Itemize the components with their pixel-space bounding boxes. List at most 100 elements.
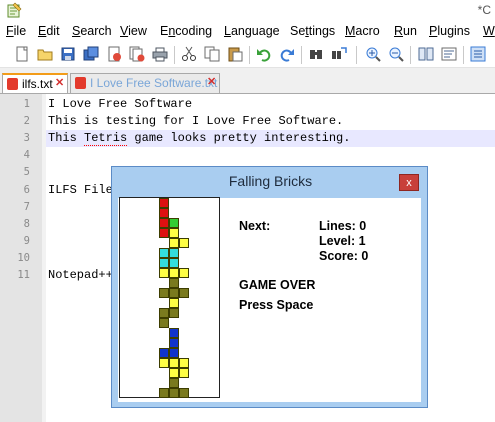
brick-cell xyxy=(159,218,169,228)
brick-cell xyxy=(169,268,179,278)
tab-close-icon[interactable]: ✕ xyxy=(207,75,216,88)
brick-cell xyxy=(169,338,179,348)
game-board[interactable] xyxy=(119,197,220,398)
next-label: Next: xyxy=(239,219,271,233)
paste-icon[interactable] xyxy=(227,46,243,62)
cut-icon[interactable] xyxy=(181,46,197,62)
brick-cell xyxy=(169,358,179,368)
all-chars-icon[interactable] xyxy=(470,46,486,62)
find-icon[interactable] xyxy=(308,46,324,62)
menu-bar: File Edit Search View Encoding Language Settin… xyxy=(0,22,495,42)
title-bar: *C xyxy=(0,0,495,22)
tab-label: ilfs.txt xyxy=(22,77,53,91)
brick-cell xyxy=(169,298,179,308)
brick-cell xyxy=(159,258,169,268)
print-icon[interactable] xyxy=(152,46,168,62)
menu-language[interactable]: Language xyxy=(224,24,280,38)
line-number: 6 xyxy=(23,184,30,196)
brick-cell xyxy=(159,248,169,258)
brick-cell xyxy=(179,268,189,278)
tab-strip: ilfs.txt ✕ I Love Free Software.txt ✕ xyxy=(0,68,495,94)
menu-file[interactable]: File xyxy=(6,24,26,38)
replace-icon[interactable] xyxy=(331,46,347,62)
toolbar-separator xyxy=(249,46,250,64)
brick-cell xyxy=(159,198,169,208)
brick-cell xyxy=(169,238,179,248)
brick-cell xyxy=(179,388,189,398)
code-line: Notepad++ xyxy=(48,268,113,282)
unsaved-file-icon xyxy=(7,78,18,90)
code-line: This is testing for I Love Free Software… xyxy=(48,114,344,128)
zoom-out-icon[interactable] xyxy=(388,46,404,62)
lines-counter: Lines: 0 xyxy=(319,219,367,233)
game-over-text: GAME OVER xyxy=(239,278,316,292)
line-number: 2 xyxy=(23,115,30,127)
brick-cell xyxy=(159,348,169,358)
close-icon[interactable] xyxy=(106,46,122,62)
brick-cell xyxy=(169,228,179,238)
open-file-icon[interactable] xyxy=(37,46,53,62)
brick-cell xyxy=(169,308,179,318)
brick-cell xyxy=(179,238,189,248)
redo-icon[interactable] xyxy=(279,46,295,62)
brick-cell xyxy=(169,388,179,398)
copy-icon[interactable] xyxy=(204,46,220,62)
menu-search[interactable]: Search xyxy=(72,24,112,38)
line-number: 1 xyxy=(23,98,30,110)
save-all-icon[interactable] xyxy=(83,46,99,62)
brick-cell xyxy=(179,288,189,298)
undo-icon[interactable] xyxy=(256,46,272,62)
unsaved-file-icon xyxy=(75,77,86,89)
line-number: 9 xyxy=(23,235,30,247)
brick-cell xyxy=(159,288,169,298)
brick-cell xyxy=(169,248,179,258)
brick-cell xyxy=(179,368,189,378)
new-file-icon[interactable] xyxy=(14,46,30,62)
tab-ilfs-txt[interactable]: ilfs.txt ✕ xyxy=(2,73,68,93)
dialog-close-button[interactable]: x xyxy=(399,174,419,191)
toolbar-separator xyxy=(174,46,175,64)
press-space-hint: Press Space xyxy=(239,298,314,312)
menu-run[interactable]: Run xyxy=(394,24,417,38)
fold-margin xyxy=(42,94,46,422)
brick-cell xyxy=(159,318,169,328)
brick-cell xyxy=(159,208,169,218)
brick-cell xyxy=(179,358,189,368)
dialog-title: Falling Bricks xyxy=(228,173,313,189)
brick-cell xyxy=(169,348,179,358)
menu-window[interactable]: W xyxy=(483,24,495,38)
line-number: 4 xyxy=(23,149,30,161)
misspelled-word: Tetris xyxy=(84,131,128,146)
toolbar-separator xyxy=(356,46,357,64)
line-number: 7 xyxy=(23,201,30,213)
toolbar-separator xyxy=(463,46,464,64)
brick-cell xyxy=(169,328,179,338)
brick-cell xyxy=(169,278,179,288)
toolbar xyxy=(0,42,495,68)
tab-i-love-free-software-txt[interactable]: I Love Free Software.txt ✕ xyxy=(70,73,220,93)
brick-cell xyxy=(169,258,179,268)
brick-cell xyxy=(169,288,179,298)
line-number: 8 xyxy=(23,218,30,230)
word-wrap-icon[interactable] xyxy=(441,46,457,62)
zoom-in-icon[interactable] xyxy=(365,46,381,62)
brick-cell xyxy=(169,378,179,388)
code-line: ILFS File xyxy=(48,183,113,197)
brick-cell xyxy=(159,228,169,238)
sync-scroll-icon[interactable] xyxy=(418,46,434,62)
menu-plugins[interactable]: Plugins xyxy=(429,24,470,38)
brick-cell xyxy=(169,368,179,378)
close-all-icon[interactable] xyxy=(129,46,145,62)
line-number: 3 xyxy=(23,132,30,144)
code-line: I Love Free Software xyxy=(48,97,193,111)
menu-edit[interactable]: Edit xyxy=(38,24,60,38)
tab-close-icon[interactable]: ✕ xyxy=(55,76,64,89)
tab-label: I Love Free Software.txt xyxy=(90,76,218,90)
save-icon[interactable] xyxy=(60,46,76,62)
menu-macro[interactable]: Macro xyxy=(345,24,380,38)
brick-cell xyxy=(159,268,169,278)
menu-view[interactable]: View xyxy=(120,24,147,38)
brick-cell xyxy=(159,308,169,318)
menu-encoding[interactable]: Encoding xyxy=(160,24,212,38)
menu-settings[interactable]: Settings xyxy=(290,24,335,38)
